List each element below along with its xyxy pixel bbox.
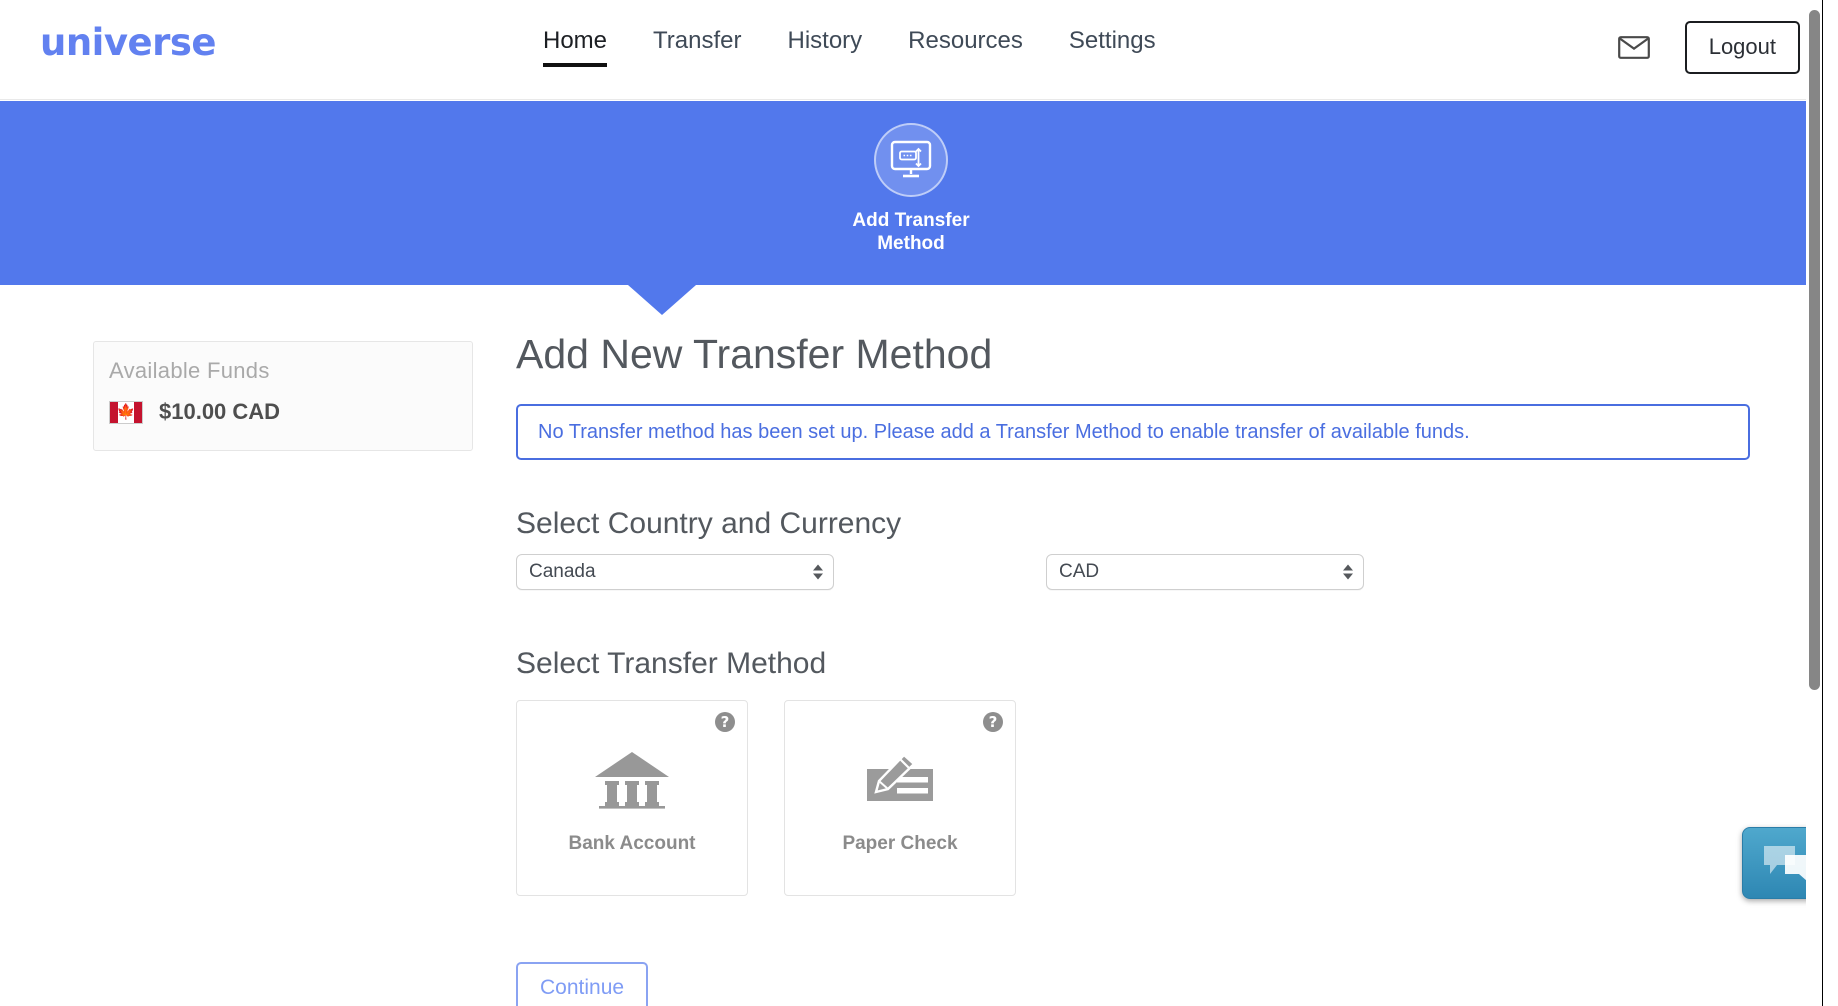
app-root: universe Home Transfer History Resources…	[0, 0, 1838, 1006]
help-question-icon[interactable]: ?	[715, 712, 735, 732]
page-title: Add New Transfer Method	[516, 331, 993, 377]
available-funds-title: Available Funds	[109, 358, 270, 383]
available-funds-row: 🍁 $10.00 CAD	[109, 399, 280, 425]
step-label: Add Transfer Method	[852, 210, 970, 254]
banner-pointer-triangle	[628, 285, 696, 315]
transfer-method-card-paper-check[interactable]: ? Paper Check	[784, 700, 1016, 896]
top-navigation-bar: universe Home Transfer History Resources…	[0, 0, 1822, 100]
country-currency-heading: Select Country and Currency	[516, 507, 902, 540]
currency-select-wrapper: CAD	[1046, 554, 1364, 590]
continue-row: Continue	[516, 962, 1766, 1006]
nav-item-transfer[interactable]: Transfer	[630, 26, 764, 56]
available-funds-card: Available Funds 🍁 $10.00 CAD	[93, 341, 473, 451]
country-select[interactable]: Canada	[516, 554, 834, 590]
transfer-method-label: Paper Check	[842, 833, 958, 854]
paper-check-pen-icon	[861, 749, 939, 811]
step-banner: Add Transfer Method	[0, 101, 1822, 285]
transfer-method-card-bank-account[interactable]: ? Bank Account	[516, 700, 748, 896]
brand-logo[interactable]: universe	[40, 24, 216, 61]
nav-item-settings[interactable]: Settings	[1046, 26, 1179, 56]
monitor-transfer-icon	[874, 123, 948, 197]
transfer-method-section: Select Transfer Method ? Bank Account ? …	[516, 646, 1766, 896]
main-content: Add New Transfer Method No Transfer meth…	[516, 330, 1766, 1006]
transfer-method-heading: Select Transfer Method	[516, 647, 827, 680]
alert-text: No Transfer method has been set up. Plea…	[538, 421, 1470, 443]
bank-building-icon	[593, 749, 671, 811]
transfer-method-label: Bank Account	[568, 833, 696, 854]
logout-button[interactable]: Logout	[1684, 21, 1800, 74]
currency-select[interactable]: CAD	[1046, 554, 1364, 590]
canada-flag-icon: 🍁	[109, 400, 143, 424]
nav-item-home[interactable]: Home	[520, 26, 630, 67]
nav-item-history[interactable]: History	[765, 26, 886, 56]
continue-button[interactable]: Continue	[516, 962, 649, 1006]
country-select-wrapper: Canada	[516, 554, 834, 590]
country-currency-controls: Canada CAD	[516, 554, 1766, 590]
nav-right-actions: Logout	[1617, 21, 1800, 74]
main-menu: Home Transfer History Resources Settings	[520, 26, 1179, 67]
transfer-method-card-list: ? Bank Account ? Paper Check	[516, 700, 1766, 896]
step-add-transfer-method: Add Transfer Method	[0, 123, 1822, 255]
nav-item-resources[interactable]: Resources	[885, 26, 1046, 56]
vertical-scrollbar-thumb[interactable]	[1809, 10, 1820, 690]
window-right-gutter	[1822, 0, 1838, 1006]
maple-leaf-glyph: 🍁	[116, 403, 136, 421]
no-transfer-method-alert: No Transfer method has been set up. Plea…	[516, 404, 1750, 460]
mail-envelope-icon[interactable]	[1617, 31, 1651, 65]
available-funds-amount: $10.00 CAD	[159, 399, 281, 424]
help-question-icon[interactable]: ?	[983, 712, 1003, 732]
country-currency-section: Select Country and Currency Canada CAD	[516, 506, 1766, 590]
